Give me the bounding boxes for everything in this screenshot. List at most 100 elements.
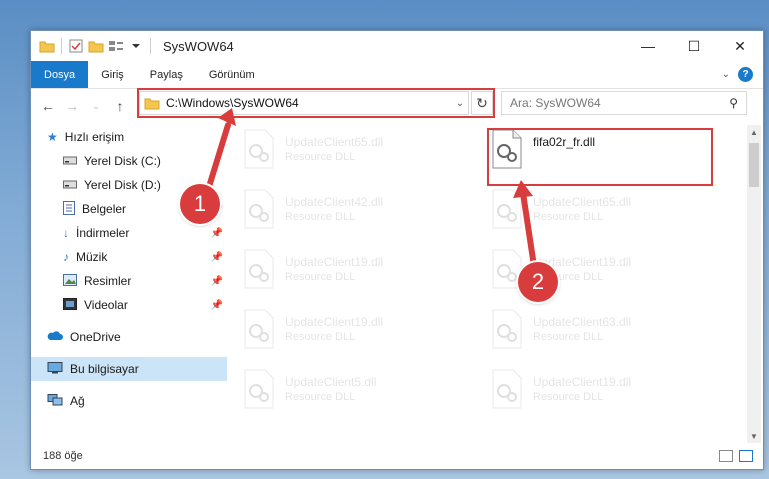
pin-icon[interactable]: 📌 <box>211 300 223 311</box>
list-item[interactable]: UpdateClient19.dll Resource DLL <box>491 369 721 419</box>
scroll-up-icon[interactable]: ▲ <box>747 125 761 139</box>
properties-icon[interactable] <box>68 38 84 54</box>
tab-file[interactable]: Dosya <box>31 61 89 88</box>
sidebar-item-onedrive[interactable]: OneDrive <box>31 325 227 349</box>
sidebar-item-label: Yerel Disk (C:) <box>84 154 161 168</box>
file-name: UpdateClient19.dll <box>285 255 384 269</box>
star-icon: ★ <box>47 130 58 144</box>
file-name: UpdateClient19.dll <box>285 315 384 329</box>
sidebar-item-label: Videolar <box>84 298 128 312</box>
dll-file-icon <box>492 369 522 409</box>
help-icon[interactable]: ? <box>738 67 753 82</box>
cloud-icon <box>47 330 63 344</box>
sidebar-item-label: Müzik <box>76 250 108 264</box>
dll-file-icon <box>244 249 274 289</box>
search-icon: ⚲ <box>729 96 738 110</box>
file-name: UpdateClient65.dll <box>285 135 384 149</box>
music-icon: ♪ <box>63 250 69 264</box>
pin-icon[interactable]: 📌 <box>211 276 223 287</box>
sidebar-item-pictures[interactable]: Resimler 📌 <box>31 269 227 293</box>
divider <box>61 38 62 54</box>
quick-access-toolbar <box>31 38 153 54</box>
file-name: UpdateClient65.dll <box>533 195 632 209</box>
file-type: Resource DLL <box>285 331 356 343</box>
explorer-window: SysWOW64 — ☐ ✕ Dosya Giriş Paylaş Görünü… <box>30 30 764 470</box>
navigation-pane: ★ Hızlı erişim Yerel Disk (C:) Yerel Dis… <box>31 125 227 437</box>
sidebar-item-label: Ağ <box>70 394 85 408</box>
recent-locations-icon[interactable]: ⌄ <box>87 97 105 115</box>
list-item[interactable]: UpdateClient5.dll Resource DLL <box>243 369 473 419</box>
sidebar-item-downloads[interactable]: ↓ İndirmeler 📌 <box>31 221 227 245</box>
file-type: Resource DLL <box>285 271 356 283</box>
dll-file-icon <box>244 189 274 229</box>
ribbon-tabs: Dosya Giriş Paylaş Görünüm ⌄ ? <box>31 61 763 89</box>
details-view-icon[interactable] <box>719 450 733 462</box>
file-name: UpdateClient42.dll <box>285 195 384 209</box>
sidebar-item-videos[interactable]: Videolar 📌 <box>31 293 227 317</box>
file-highlight-box <box>487 128 713 186</box>
sidebar-item-music[interactable]: ♪ Müzik 📌 <box>31 245 227 269</box>
list-item[interactable]: UpdateClient65.dll Resource DLL <box>491 189 721 239</box>
title-bar: SysWOW64 — ☐ ✕ <box>31 31 763 61</box>
step-2-badge: 2 <box>518 262 558 302</box>
sidebar-item-local-disk-c[interactable]: Yerel Disk (C:) <box>31 149 227 173</box>
tab-share[interactable]: Paylaş <box>137 61 196 88</box>
list-item[interactable]: UpdateClient65.dll Resource DLL <box>243 129 473 179</box>
tab-home[interactable]: Giriş <box>88 61 137 88</box>
ribbon-right: ⌄ ? <box>722 61 763 88</box>
divider <box>150 38 151 54</box>
status-bar: 188 öğe <box>31 443 763 469</box>
dll-file-icon <box>492 189 522 229</box>
expand-ribbon-icon[interactable]: ⌄ <box>722 69 730 80</box>
file-type: Resource DLL <box>533 211 604 223</box>
window-title: SysWOW64 <box>163 38 234 54</box>
maximize-button[interactable]: ☐ <box>671 31 717 61</box>
forward-arrow-icon[interactable]: → <box>63 97 81 115</box>
search-placeholder: Ara: SysWOW64 <box>510 96 601 110</box>
sidebar-item-label: Belgeler <box>82 202 127 216</box>
file-type: Resource DLL <box>533 331 604 343</box>
back-arrow-icon[interactable]: ← <box>39 97 57 115</box>
computer-icon <box>47 361 63 377</box>
sidebar-item-label: OneDrive <box>70 330 121 344</box>
folder-icon[interactable] <box>39 38 55 54</box>
pin-icon[interactable]: 📌 <box>211 252 223 263</box>
sidebar-item-label: Yerel Disk (D:) <box>84 178 161 192</box>
vertical-scrollbar[interactable]: ▲ ▼ <box>747 125 761 443</box>
dll-file-icon <box>244 369 274 409</box>
file-type: Resource DLL <box>285 151 356 163</box>
sidebar-item-label: Resimler <box>84 274 132 288</box>
download-icon: ↓ <box>63 226 69 240</box>
list-item[interactable]: UpdateClient42.dll Resource DLL <box>243 189 473 239</box>
search-input[interactable]: Ara: SysWOW64 ⚲ <box>501 91 747 115</box>
file-name: UpdateClient63.dll <box>533 315 632 329</box>
dll-file-icon <box>244 129 274 169</box>
sidebar-item-quick-access[interactable]: ★ Hızlı erişim <box>31 125 227 149</box>
list-item[interactable]: UpdateClient19.dll Resource DLL <box>243 309 473 359</box>
minimize-button[interactable]: — <box>625 31 671 61</box>
pin-icon[interactable]: 📌 <box>211 228 223 239</box>
sidebar-item-this-pc[interactable]: Bu bilgisayar <box>31 357 227 381</box>
sidebar-item-network[interactable]: Ağ <box>31 389 227 413</box>
scroll-down-icon[interactable]: ▼ <box>747 429 761 443</box>
view-options-icon[interactable] <box>108 38 124 54</box>
dll-file-icon <box>244 309 274 349</box>
list-item[interactable]: UpdateClient19.dll Resource DLL <box>243 249 473 299</box>
tiles-view-icon[interactable] <box>739 450 753 462</box>
list-item[interactable]: UpdateClient63.dll Resource DLL <box>491 309 721 359</box>
tab-view[interactable]: Görünüm <box>196 61 268 88</box>
file-type: Resource DLL <box>285 211 356 223</box>
dll-file-icon <box>492 309 522 349</box>
customize-toolbar-icon[interactable] <box>128 38 144 54</box>
new-folder-icon[interactable] <box>88 38 104 54</box>
up-arrow-icon[interactable]: ↑ <box>111 97 129 115</box>
file-name: UpdateClient5.dll <box>285 375 377 389</box>
close-button[interactable]: ✕ <box>717 31 763 61</box>
pictures-icon <box>63 273 77 289</box>
view-toggle <box>719 450 753 462</box>
network-icon <box>47 393 63 409</box>
scrollbar-thumb[interactable] <box>749 143 759 187</box>
file-name: UpdateClient19.dll <box>533 375 632 389</box>
